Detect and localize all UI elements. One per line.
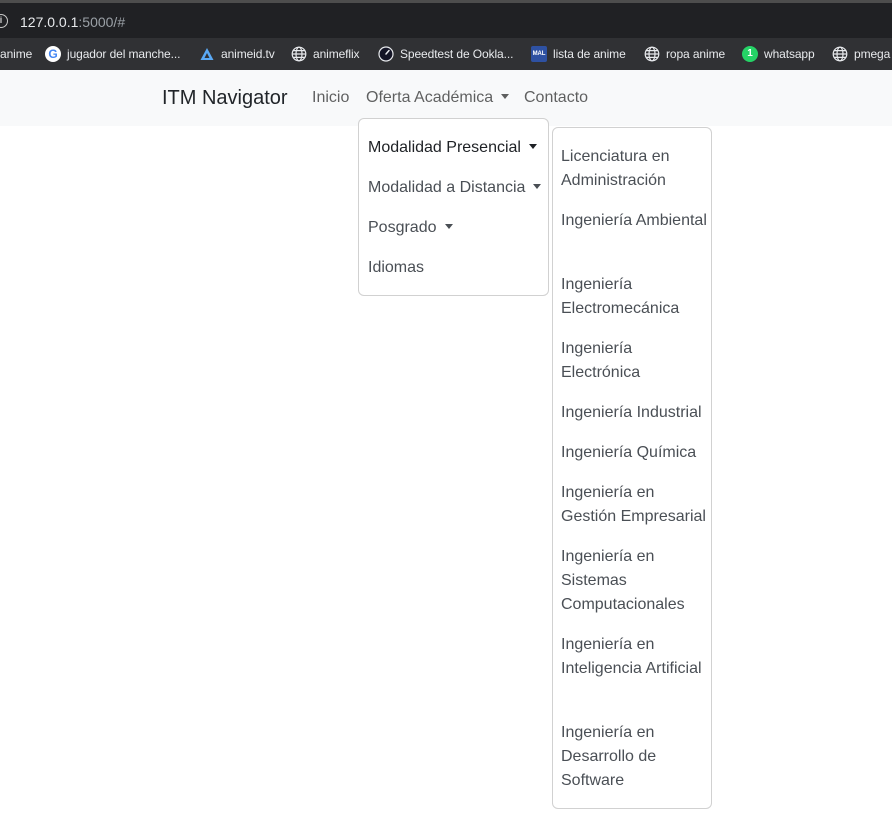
presencial-submenu: Licenciatura en Administración Ingenierí… — [552, 127, 712, 809]
caret-down-icon — [533, 184, 542, 189]
nav-link-contacto[interactable]: Contacto — [524, 88, 588, 108]
submenu-item-inteligencia-artificial[interactable]: Ingeniería en Inteligencia Artificial — [561, 633, 711, 681]
nav-link-oferta-academica[interactable]: Oferta Académica — [366, 88, 510, 108]
caret-down-icon — [444, 224, 453, 229]
bookmark-animeid[interactable]: animeid.tv — [199, 38, 275, 70]
submenu-item-sistemas-computacionales[interactable]: Ingeniería en Sistemas Computacionales — [561, 545, 711, 617]
url-host: 127.0.0.1 — [20, 14, 79, 30]
submenu-item-industrial[interactable]: Ingeniería Industrial — [561, 401, 711, 425]
url-path: :5000/# — [78, 14, 126, 30]
submenu-item-ambiental[interactable]: Ingeniería Ambiental — [561, 209, 711, 233]
bookmark-label: whatsapp — [764, 47, 815, 61]
bookmark-label: jugador del manche... — [67, 47, 181, 61]
oferta-dropdown-menu: Modalidad Presencial Modalidad a Distanc… — [358, 118, 549, 296]
bookmark-animeflix[interactable]: animeflix — [291, 38, 360, 70]
submenu-item-electromecanica[interactable]: Ingeniería Electromecánica — [561, 273, 711, 321]
nav-link-inicio[interactable]: Inicio — [312, 88, 349, 108]
dropdown-item-idiomas[interactable]: Idiomas — [368, 256, 424, 280]
bookmarks-bar: anime G jugador del manche... animeid.tv… — [0, 38, 892, 70]
bookmark-label: lista de anime — [553, 47, 626, 61]
dropdown-item-label: Posgrado — [368, 219, 437, 236]
bookmark-label: ropa anime — [666, 47, 726, 61]
bookmark-ropa-anime[interactable]: ropa anime — [644, 38, 725, 70]
bookmark-pmega[interactable]: pmega — [832, 38, 890, 70]
site-info-icon[interactable]: i — [0, 14, 8, 28]
url-field[interactable]: 127.0.0.1:5000/# — [20, 13, 125, 31]
bookmark-label: animeflix — [313, 47, 360, 61]
dropdown-item-label: Modalidad a Distancia — [368, 179, 526, 196]
bookmark-lista-anime[interactable]: MAL lista de anime — [531, 38, 626, 70]
google-icon: G — [45, 46, 61, 62]
dropdown-item-modalidad-distancia[interactable]: Modalidad a Distancia — [368, 176, 542, 200]
bookmark-label: animeid.tv — [221, 47, 275, 61]
dropdown-item-posgrado[interactable]: Posgrado — [368, 216, 453, 240]
bookmark-jugador[interactable]: G jugador del manche... — [45, 38, 180, 70]
bookmark-speedtest[interactable]: Speedtest de Ookla... — [378, 38, 513, 70]
bookmark-anime[interactable]: anime — [0, 38, 32, 70]
submenu-item-desarrollo-software[interactable]: Ingeniería en Desarrollo de Software — [561, 721, 711, 793]
browser-address-bar: i 127.0.0.1:5000/# — [0, 0, 892, 38]
submenu-item-electronica[interactable]: Ingeniería Electrónica — [561, 337, 711, 385]
bookmark-label: anime — [0, 47, 33, 61]
dropdown-item-label: Modalidad Presencial — [368, 139, 521, 156]
caret-down-icon — [501, 94, 510, 99]
submenu-item-quimica[interactable]: Ingeniería Química — [561, 441, 711, 465]
submenu-item-administracion[interactable]: Licenciatura en Administración — [561, 145, 711, 193]
bookmark-whatsapp[interactable]: 1 whatsapp — [742, 38, 815, 70]
submenu-item-gestion-empresarial[interactable]: Ingeniería en Gestión Empresarial — [561, 481, 711, 529]
animeid-icon — [199, 46, 215, 62]
globe-icon — [832, 46, 848, 62]
speedtest-icon — [378, 46, 394, 62]
whatsapp-icon: 1 — [742, 46, 758, 62]
navbar-brand[interactable]: ITM Navigator — [162, 86, 288, 110]
dropdown-item-modalidad-presencial[interactable]: Modalidad Presencial — [368, 136, 537, 160]
mal-icon: MAL — [531, 46, 547, 62]
bookmark-label: pmega — [854, 47, 891, 61]
globe-icon — [644, 46, 660, 62]
nav-link-label: Oferta Académica — [366, 89, 494, 106]
caret-down-icon — [528, 144, 537, 149]
bookmark-label: Speedtest de Ookla... — [400, 47, 514, 61]
globe-icon — [291, 46, 307, 62]
